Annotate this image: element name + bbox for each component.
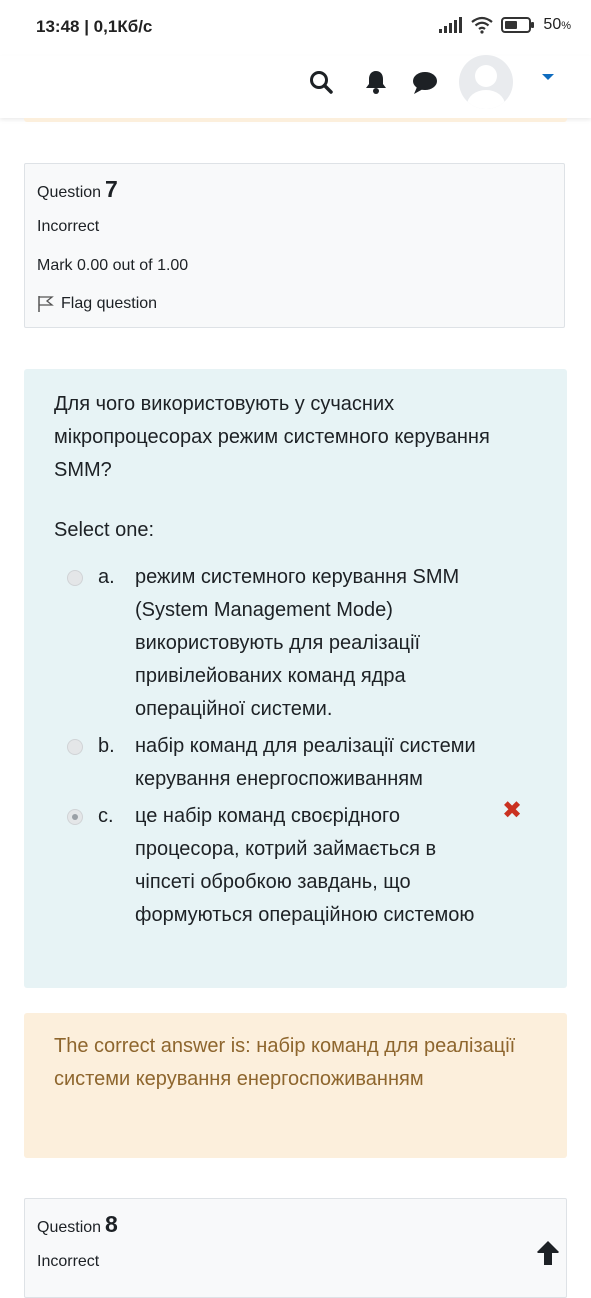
caret-down-icon[interactable] (541, 72, 555, 82)
battery-icon (501, 17, 535, 33)
battery-percent: 50% (543, 16, 571, 33)
question-state: Incorrect (37, 218, 100, 235)
option-text: режим системного керування SMM (System M… (135, 566, 460, 720)
question-info-8: Question 8 Incorrect (24, 1198, 567, 1298)
navbar (0, 55, 591, 118)
search-icon[interactable] (308, 69, 336, 97)
status-bar: 13:48 | 0,1Кб/с 50% (0, 0, 591, 56)
select-one-prompt: Select one: (54, 519, 155, 541)
answer-option-b[interactable]: b. набір команд для реалізації системи к… (64, 730, 534, 796)
nav-accent-strip (24, 118, 567, 122)
question-info: Question 7 Incorrect Mark 0.00 out of 1.0… (24, 163, 565, 328)
radio-c[interactable] (67, 809, 83, 825)
flag-question-link[interactable]: Flag question (37, 295, 157, 313)
flag-question-label: Flag question (61, 295, 158, 312)
answer-option-c[interactable]: c. це набір команд своєрідного процесора… (64, 797, 534, 965)
bell-icon[interactable] (363, 68, 389, 96)
flag-icon (38, 296, 54, 312)
option-text: набір команд для реалізації системи керу… (135, 735, 476, 790)
option-text: це набір команд своєрідного процесора, к… (135, 805, 475, 926)
option-letter: b. (98, 735, 115, 757)
radio-a[interactable] (67, 570, 83, 586)
status-icons: 50% (439, 16, 571, 34)
chat-icon[interactable] (411, 70, 439, 96)
question-formulation: Для чого використовують у сучасних мікро… (24, 369, 567, 988)
answer-option-a[interactable]: a. режим системного керування SMM (Syste… (64, 561, 534, 721)
signal-icon (439, 17, 463, 33)
wifi-icon (471, 16, 494, 34)
question-state: Incorrect (37, 1253, 100, 1270)
question-grade: Mark 0.00 out of 1.00 (37, 257, 189, 274)
question-number: Question 8 (37, 1211, 118, 1237)
option-letter: c. (98, 805, 114, 827)
question-number: Question 7 (37, 176, 118, 202)
user-silhouette-icon (467, 65, 505, 109)
correct-answer-feedback: The correct answer is: набір команд для … (24, 1013, 567, 1158)
status-time: 13:48 | 0,1Кб/с (36, 17, 153, 36)
option-letter: a. (98, 566, 115, 588)
correct-answer-text: The correct answer is: набір команд для … (54, 1035, 516, 1090)
radio-b[interactable] (67, 739, 83, 755)
user-avatar[interactable] (459, 55, 513, 109)
back-to-top-arrow-icon[interactable] (533, 1238, 563, 1268)
question-text: Для чого використовують у сучасних мікро… (54, 393, 490, 481)
incorrect-x-icon: ✖ (502, 797, 523, 824)
